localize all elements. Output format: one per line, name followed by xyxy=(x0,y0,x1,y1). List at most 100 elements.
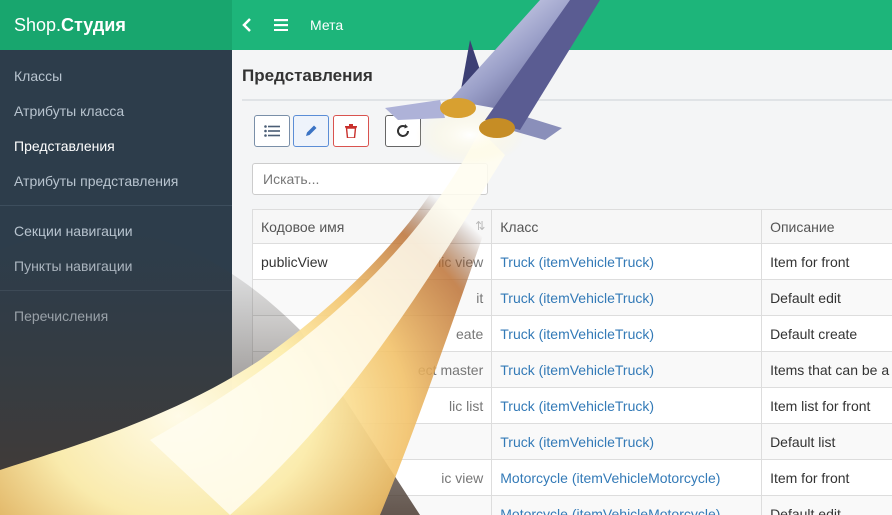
brand-logo[interactable]: Shop. Студия xyxy=(0,0,232,50)
brand-bold: Студия xyxy=(61,14,126,35)
table-row[interactable]: publicView lic view Truck (itemVehicleTru… xyxy=(251,243,892,280)
cell-description-text: Default edit xyxy=(770,289,841,306)
sidebar-item-label: Представления xyxy=(14,137,115,154)
cell-description-text: Items that can be a xyxy=(770,361,890,378)
sidebar-item-label: Перечисления xyxy=(14,307,109,324)
cell-code: lic list xyxy=(251,387,493,424)
sidebar-item-label: Пункты навигации xyxy=(14,257,133,274)
cell-class-link[interactable]: Truck (itemVehicleTruck) xyxy=(491,387,763,424)
cell-class-link[interactable]: Truck (itemVehicleTruck) xyxy=(491,279,763,316)
table-row[interactable]: ic view Motorcycle (itemVehicleMotorcycle… xyxy=(251,459,892,496)
table-row[interactable]: Truck (itemVehicleTruck) Default list xyxy=(251,423,892,460)
edit-button[interactable] xyxy=(293,115,329,147)
top-bar: Shop. Студия Мета xyxy=(0,0,892,50)
cell-code-tail: eate xyxy=(456,325,484,342)
cell-code: it xyxy=(251,279,493,316)
column-header-label: Класс xyxy=(500,218,539,235)
hamburger-icon xyxy=(274,19,288,31)
sidebar-item-classes[interactable]: Классы xyxy=(0,58,232,93)
sidebar-item-view-attributes[interactable]: Атрибуты представления xyxy=(0,163,232,198)
cell-class-text: Truck (itemVehicleTruck) xyxy=(500,361,655,378)
cell-class-link[interactable]: Motorcycle (itemVehicleMotorcycle) xyxy=(491,459,763,496)
views-table: Кодовое имя ⇅ Класс Описание publicView l… xyxy=(251,209,892,515)
cell-description: Default create xyxy=(761,315,892,352)
sidebar-divider xyxy=(0,205,232,206)
sidebar-item-class-attributes[interactable]: Атрибуты класса xyxy=(0,93,232,128)
chevron-left-icon xyxy=(242,18,251,32)
menu-toggle-button[interactable] xyxy=(266,10,296,40)
cell-description: Items that can be a xyxy=(761,351,892,388)
cell-description-text: Item for front xyxy=(770,253,850,270)
cell-code: ect master xyxy=(251,351,493,388)
table-row[interactable]: lic list Truck (itemVehicleTruck) Item lis… xyxy=(251,387,892,424)
page-title: Представления xyxy=(242,66,373,85)
cell-class-text: Truck (itemVehicleTruck) xyxy=(500,289,655,306)
cell-description-text: Item for front xyxy=(770,469,850,486)
brand-light: Shop. xyxy=(14,14,62,35)
table-row[interactable]: Motorcycle (itemVehicleMotorcycle) Defaul… xyxy=(251,495,892,515)
cell-code-tail: ic view xyxy=(441,469,484,486)
sidebar-item-enumerations[interactable]: Перечисления xyxy=(0,298,232,333)
search-input[interactable] xyxy=(252,163,488,195)
main-content: Представления Кодовое имя ⇅ Класс Описани… xyxy=(232,50,892,515)
table-row[interactable]: eate Truck (itemVehicleTruck) Default crea… xyxy=(251,315,892,352)
cell-class-link[interactable]: Truck (itemVehicleTruck) xyxy=(491,243,763,280)
navbar: Мета xyxy=(232,0,892,50)
refresh-button[interactable] xyxy=(385,115,421,147)
sidebar-item-nav-items[interactable]: Пункты навигации xyxy=(0,248,232,283)
cell-class-text: Truck (itemVehicleTruck) xyxy=(500,325,655,342)
trash-icon xyxy=(345,124,357,138)
column-header-class[interactable]: Класс xyxy=(491,209,763,244)
cell-description: Default list xyxy=(761,423,892,460)
cell-description-text: Default edit xyxy=(770,505,841,515)
sidebar-item-views[interactable]: Представления xyxy=(0,128,232,163)
cell-code: eate xyxy=(251,315,493,352)
cell-class-link[interactable]: Motorcycle (itemVehicleMotorcycle) xyxy=(491,495,763,515)
nav-title: Мета xyxy=(310,17,344,33)
refresh-icon xyxy=(397,124,409,137)
cell-code: ic view xyxy=(251,459,493,496)
cell-code xyxy=(251,423,493,460)
cell-code-tail: lic view xyxy=(438,253,484,270)
sidebar-divider xyxy=(0,290,232,291)
table-row[interactable]: it Truck (itemVehicleTruck) Default edit xyxy=(251,279,892,316)
cell-code: publicView lic view xyxy=(251,243,493,280)
list-button[interactable] xyxy=(254,115,290,147)
sidebar-item-label: Атрибуты класса xyxy=(14,102,125,119)
cell-description: Default edit xyxy=(761,495,892,515)
cell-code-text: publicView xyxy=(261,253,328,270)
list-icon xyxy=(264,125,280,137)
sidebar: Классы Атрибуты класса Представления Атр… xyxy=(0,50,232,515)
cell-class-link[interactable]: Truck (itemVehicleTruck) xyxy=(491,315,763,352)
back-button[interactable] xyxy=(232,10,262,40)
cell-class-text: Motorcycle (itemVehicleMotorcycle) xyxy=(500,469,721,486)
cell-description-text: Default list xyxy=(770,433,836,450)
cell-description-text: Default create xyxy=(770,325,858,342)
pencil-icon xyxy=(306,125,317,136)
sort-icon: ⇅ xyxy=(475,219,486,233)
cell-class-link[interactable]: Truck (itemVehicleTruck) xyxy=(491,423,763,460)
sidebar-item-label: Классы xyxy=(14,67,63,84)
cell-code-tail: it xyxy=(476,289,484,306)
column-header-label: Описание xyxy=(770,218,835,235)
sidebar-item-label: Секции навигации xyxy=(14,222,133,239)
title-divider xyxy=(242,99,892,101)
cell-class-text: Truck (itemVehicleTruck) xyxy=(500,253,655,270)
cell-class-text: Truck (itemVehicleTruck) xyxy=(500,397,655,414)
sidebar-item-nav-sections[interactable]: Секции навигации xyxy=(0,213,232,248)
cell-description: Default edit xyxy=(761,279,892,316)
delete-button[interactable] xyxy=(333,115,369,147)
cell-class-link[interactable]: Truck (itemVehicleTruck) xyxy=(491,351,763,388)
column-header-code[interactable]: Кодовое имя ⇅ xyxy=(251,209,493,244)
cell-class-text: Truck (itemVehicleTruck) xyxy=(500,433,655,450)
table-header-row: Кодовое имя ⇅ Класс Описание xyxy=(251,209,892,244)
column-header-description[interactable]: Описание xyxy=(761,209,892,244)
table-row[interactable]: ect master Truck (itemVehicleTruck) Items … xyxy=(251,351,892,388)
cell-description-text: Item list for front xyxy=(770,397,871,414)
sidebar-item-label: Атрибуты представления xyxy=(14,172,179,189)
cell-description: Item for front xyxy=(761,459,892,496)
cell-code-tail: ect master xyxy=(417,361,484,378)
cell-class-text: Motorcycle (itemVehicleMotorcycle) xyxy=(500,505,721,515)
cell-description: Item list for front xyxy=(761,387,892,424)
cell-code-tail: lic list xyxy=(449,397,484,414)
